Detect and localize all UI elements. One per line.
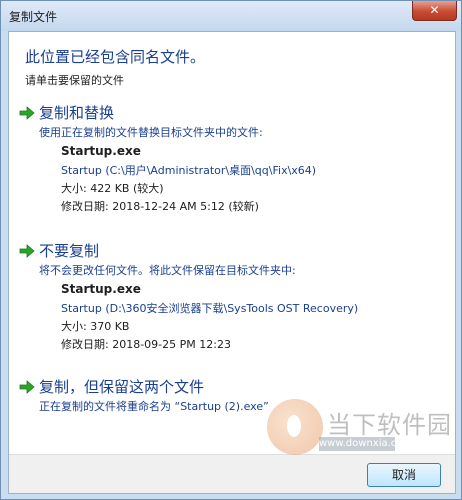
option-title: 复制和替换: [39, 104, 115, 122]
option-description: 使用正在复制的文件替换目标文件夹中的文件:: [39, 126, 263, 139]
file-size: 大小: 370 KB: [61, 320, 130, 333]
title-bar[interactable]: 复制文件 ✕: [1, 1, 461, 31]
option-title: 不要复制: [39, 242, 100, 260]
dialog-footer: 取消: [9, 454, 455, 493]
dialog-subheading: 请单击要保留的文件: [25, 74, 124, 87]
watermark-text: 当下软件园: [327, 411, 452, 439]
watermark-logo-shape: [287, 415, 301, 437]
file-path: Startup (D:\360安全浏览器下载\SysTools OST Reco…: [61, 302, 359, 315]
file-size: 大小: 422 KB (较大): [61, 182, 164, 195]
close-button[interactable]: ✕: [412, 1, 457, 21]
copy-file-dialog: 复制文件 ✕ 此位置已经包含同名文件。 请单击要保留的文件 复制和替换 使用正在…: [0, 0, 462, 500]
watermark-logo: [267, 399, 323, 455]
option-description: 正在复制的文件将重命名为 “Startup (2).exe”: [39, 400, 269, 413]
option-dont-copy[interactable]: 不要复制 将不会更改任何文件。将此文件保留在目标文件夹中: Startup.ex…: [15, 240, 447, 356]
green-right-arrow-icon: [19, 380, 35, 394]
green-right-arrow-icon: [19, 106, 35, 120]
option-description: 将不会更改任何文件。将此文件保留在目标文件夹中:: [39, 264, 296, 277]
cancel-button[interactable]: 取消: [367, 463, 441, 487]
file-modified-date: 修改日期: 2018-09-25 PM 12:23: [61, 338, 231, 351]
dialog-heading: 此位置已经包含同名文件。: [25, 48, 206, 66]
file-name: Startup.exe: [61, 282, 141, 296]
file-path: Startup (C:\用户\Administrator\桌面\qq\Fix\x…: [61, 164, 317, 177]
file-modified-date: 修改日期: 2018-12-24 AM 5:12 (较新): [61, 200, 259, 213]
close-icon: ✕: [429, 3, 440, 17]
green-right-arrow-icon: [19, 244, 35, 258]
file-name: Startup.exe: [61, 144, 141, 158]
option-title: 复制，但保留这两个文件: [39, 378, 205, 396]
option-copy-and-replace[interactable]: 复制和替换 使用正在复制的文件替换目标文件夹中的文件: Startup.exe …: [15, 102, 447, 218]
watermark-url: www.downxia.com: [319, 437, 413, 451]
window-title: 复制文件: [9, 10, 58, 24]
